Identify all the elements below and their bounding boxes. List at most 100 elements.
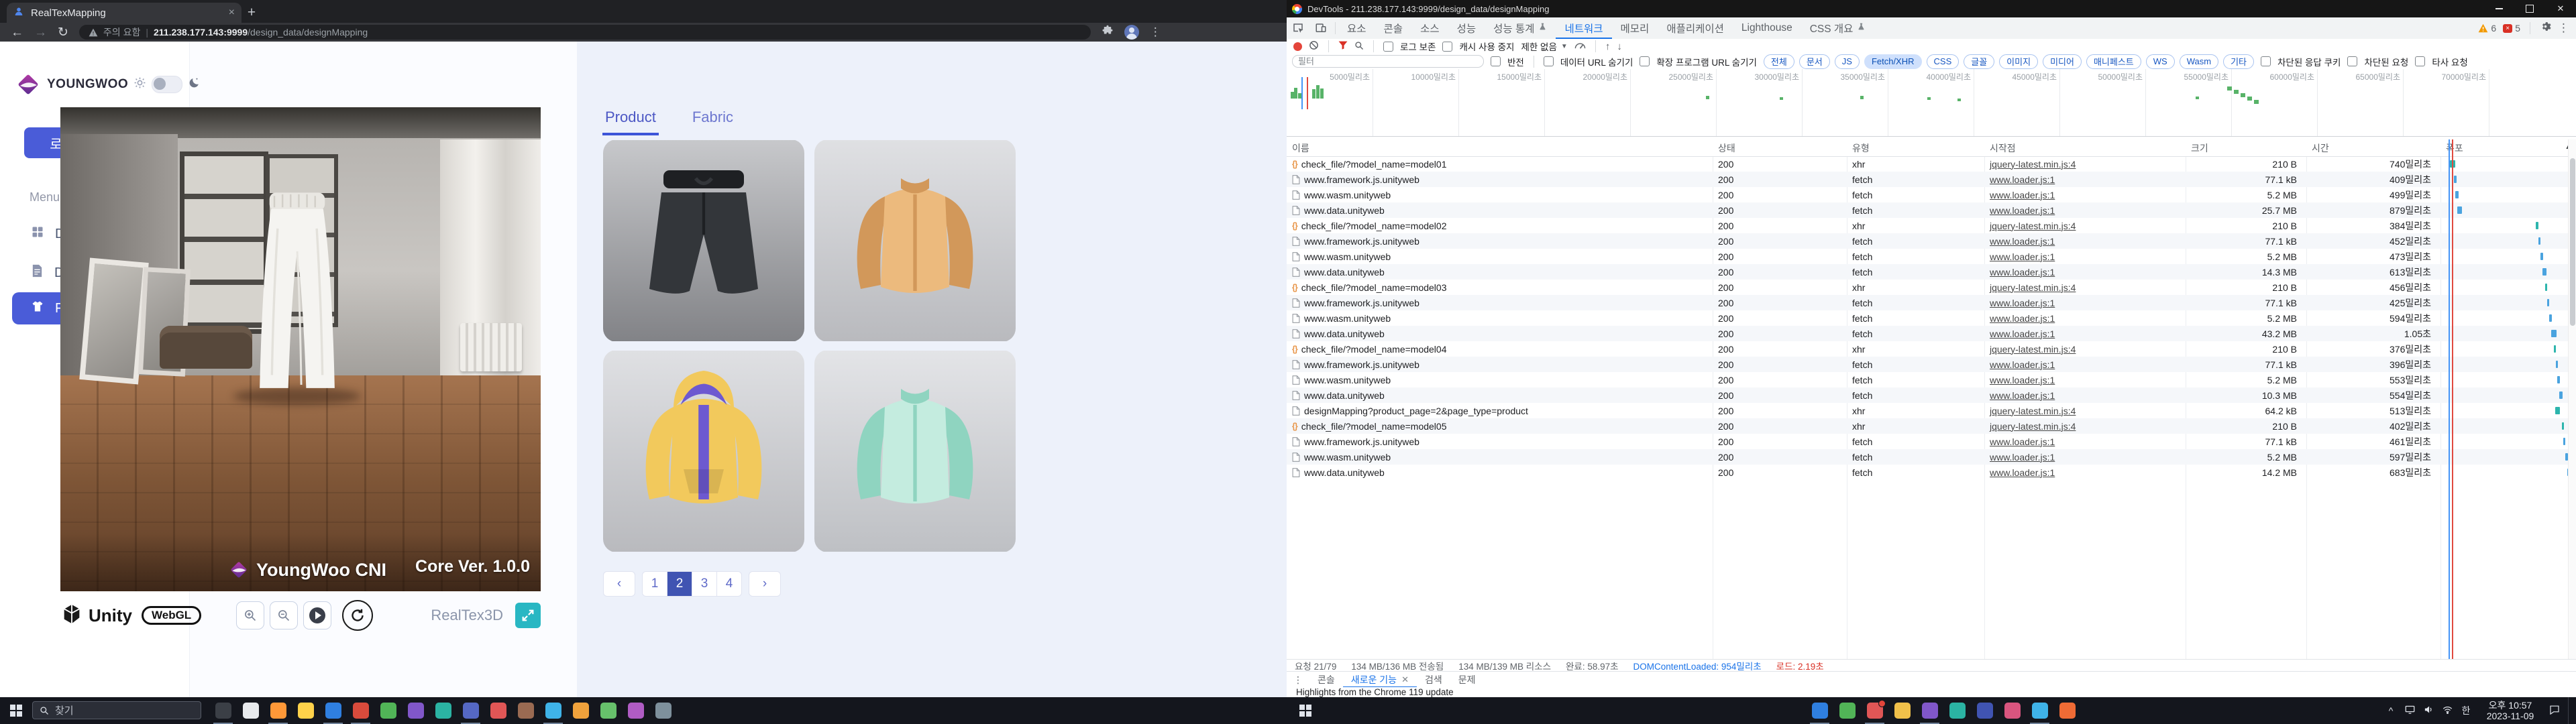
throttling-dropdown[interactable]: 제한 없음▼ [1521, 40, 1567, 53]
table-row[interactable]: www.framework.js.unityweb200fetchwww.loa… [1287, 172, 2576, 187]
extensions-puzzle-icon[interactable] [1102, 25, 1114, 40]
filter-chip-이미지[interactable]: 이미지 [1999, 54, 2038, 69]
initiator-link[interactable]: www.loader.js:1 [1990, 359, 2055, 370]
filter-chip-CSS[interactable]: CSS [1927, 54, 1960, 69]
taskbar-app-13[interactable] [539, 699, 567, 723]
initiator-link[interactable]: www.loader.js:1 [1990, 190, 2055, 200]
table-row[interactable]: {}check_file/?model_name=model05200xhrjq… [1287, 418, 2576, 434]
devtools-tab-콘솔[interactable]: 콘솔 [1375, 17, 1412, 39]
table-row[interactable]: www.framework.js.unityweb200fetchwww.loa… [1287, 357, 2576, 372]
close-button[interactable]: ✕ [2545, 0, 2576, 17]
drawer-tab-검색[interactable]: 검색 [1417, 672, 1450, 688]
initiator-link[interactable]: www.loader.js:1 [1990, 205, 2055, 216]
address-bar[interactable]: 주의 요함 | 211.238.177.143:9999/design_data… [79, 25, 1091, 40]
taskbar-app-r4[interactable] [1888, 699, 1916, 723]
devtools-tab-소스[interactable]: 소스 [1411, 17, 1448, 39]
forward-button-icon[interactable]: → [34, 26, 47, 39]
initiator-link[interactable]: jquery-latest.min.js:4 [1990, 159, 2076, 170]
taskbar-app-15[interactable] [594, 699, 622, 723]
filter-chip-JS[interactable]: JS [1835, 54, 1860, 69]
zoom-in-button[interactable] [236, 601, 264, 629]
reload-button-icon[interactable]: ↻ [58, 26, 68, 39]
third-party-checkbox[interactable] [2415, 56, 2425, 66]
devtools-tab-성능 통계[interactable]: 성능 통계 [1485, 17, 1556, 39]
ime-indicator[interactable]: 한 [2457, 704, 2475, 717]
taskbar-app-4[interactable] [292, 699, 319, 723]
tray-chevron-icon[interactable]: ^ [2381, 705, 2400, 716]
hide-extension-urls-checkbox[interactable] [1640, 56, 1650, 66]
preserve-log-checkbox[interactable] [1383, 42, 1393, 52]
disable-cache-checkbox[interactable] [1442, 42, 1452, 52]
taskbar-app-2[interactable] [237, 699, 264, 723]
taskbar-app-11[interactable] [484, 699, 512, 723]
errors-badge[interactable]: × 5 [2503, 23, 2520, 34]
taskbar-search[interactable]: 찾기 [32, 701, 201, 719]
filter-chip-기타[interactable]: 기타 [2223, 54, 2254, 69]
show-desktop-button[interactable] [2568, 697, 2572, 724]
taskbar-app-5[interactable] [319, 699, 347, 723]
network-conditions-icon[interactable] [1574, 41, 1586, 52]
product-thumbnail-mint-jacket[interactable] [814, 350, 1016, 552]
zoom-out-button[interactable] [270, 601, 298, 629]
clear-network-log-icon[interactable] [1309, 40, 1319, 52]
record-network-log-icon[interactable] [1293, 42, 1302, 51]
initiator-link[interactable]: jquery-latest.min.js:4 [1990, 282, 2076, 293]
initiator-link[interactable]: www.loader.js:1 [1990, 251, 2055, 262]
initiator-link[interactable]: jquery-latest.min.js:4 [1990, 344, 2076, 355]
taskbar-app-r1[interactable] [1806, 699, 1833, 723]
warnings-badge[interactable]: 6 [2478, 23, 2496, 34]
product-thumbnail-tan-jacket[interactable] [814, 139, 1016, 342]
taskbar-app-3[interactable] [264, 699, 292, 723]
initiator-link[interactable]: www.loader.js:1 [1990, 375, 2055, 385]
taskbar-app-6[interactable] [347, 699, 374, 723]
pagination-page-4[interactable]: 4 [716, 572, 741, 596]
devtools-tab-애플리케이션[interactable]: 애플리케이션 [1658, 17, 1733, 39]
blocked-cookies-checkbox[interactable] [2261, 56, 2271, 66]
minimize-button[interactable] [2483, 0, 2514, 17]
filter-chip-글꼴[interactable]: 글꼴 [1964, 54, 1994, 69]
taskbar-app-r6[interactable] [1943, 699, 1971, 723]
filter-chip-미디어[interactable]: 미디어 [2043, 54, 2082, 69]
start-button[interactable] [0, 697, 32, 724]
filter-funnel-icon[interactable] [1338, 41, 1348, 52]
tray-network-icon[interactable] [2438, 705, 2457, 716]
inspect-element-icon[interactable] [1287, 17, 1309, 39]
initiator-link[interactable]: jquery-latest.min.js:4 [1990, 406, 2076, 416]
devtools-tab-메모리[interactable]: 메모리 [1612, 17, 1658, 39]
network-search-icon[interactable] [1354, 41, 1364, 52]
start-button-monitor-2[interactable] [1289, 697, 1322, 724]
theme-toggle[interactable] [152, 76, 182, 93]
drawer-tab-콘솔[interactable]: 콘솔 [1309, 672, 1343, 688]
initiator-link[interactable]: www.loader.js:1 [1990, 313, 2055, 324]
play-button[interactable] [303, 601, 331, 629]
table-row[interactable]: www.data.unityweb200fetchwww.loader.js:1… [1287, 387, 2576, 403]
devtools-tab-CSS 개요[interactable]: CSS 개요 [1801, 17, 1875, 39]
browser-menu-icon[interactable]: ⋮ [1150, 25, 1161, 39]
profile-avatar[interactable] [1124, 25, 1139, 40]
initiator-link[interactable]: www.loader.js:1 [1990, 298, 2055, 308]
initiator-link[interactable]: www.loader.js:1 [1990, 328, 2055, 339]
taskbar-app-1[interactable] [209, 699, 237, 723]
table-row[interactable]: www.framework.js.unityweb200fetchwww.loa… [1287, 233, 2576, 249]
taskbar-app-r10[interactable] [2053, 699, 2081, 723]
table-row[interactable]: {}check_file/?model_name=model03200xhrjq… [1287, 280, 2576, 295]
initiator-link[interactable]: www.loader.js:1 [1990, 267, 2055, 278]
devtools-tab-Lighthouse[interactable]: Lighthouse [1733, 17, 1801, 39]
table-row[interactable]: www.wasm.unityweb200fetchwww.loader.js:1… [1287, 449, 2576, 465]
column-header-시작점[interactable]: 시작점 [1984, 139, 2186, 156]
pagination-prev[interactable]: ‹ [603, 571, 635, 597]
table-row[interactable]: www.wasm.unityweb200fetchwww.loader.js:1… [1287, 310, 2576, 326]
table-row[interactable]: www.wasm.unityweb200fetchwww.loader.js:1… [1287, 187, 2576, 202]
initiator-link[interactable]: www.loader.js:1 [1990, 236, 2055, 247]
filter-chip-전체[interactable]: 전체 [1764, 54, 1794, 69]
table-row[interactable]: {}check_file/?model_name=model01200xhrjq… [1287, 156, 2576, 172]
taskbar-app-12[interactable] [512, 699, 539, 723]
table-row[interactable]: www.wasm.unityweb200fetchwww.loader.js:1… [1287, 249, 2576, 264]
drawer-tab-새로운 기능[interactable]: 새로운 기능✕ [1343, 672, 1417, 688]
back-button-icon[interactable]: ← [11, 26, 23, 39]
blocked-requests-checkbox[interactable] [2347, 56, 2357, 66]
tray-volume-icon[interactable] [2419, 705, 2438, 716]
drawer-tab-close-icon[interactable]: ✕ [1401, 674, 1409, 685]
taskbar-app-9[interactable] [429, 699, 457, 723]
drawer-tab-문제[interactable]: 문제 [1450, 672, 1484, 688]
